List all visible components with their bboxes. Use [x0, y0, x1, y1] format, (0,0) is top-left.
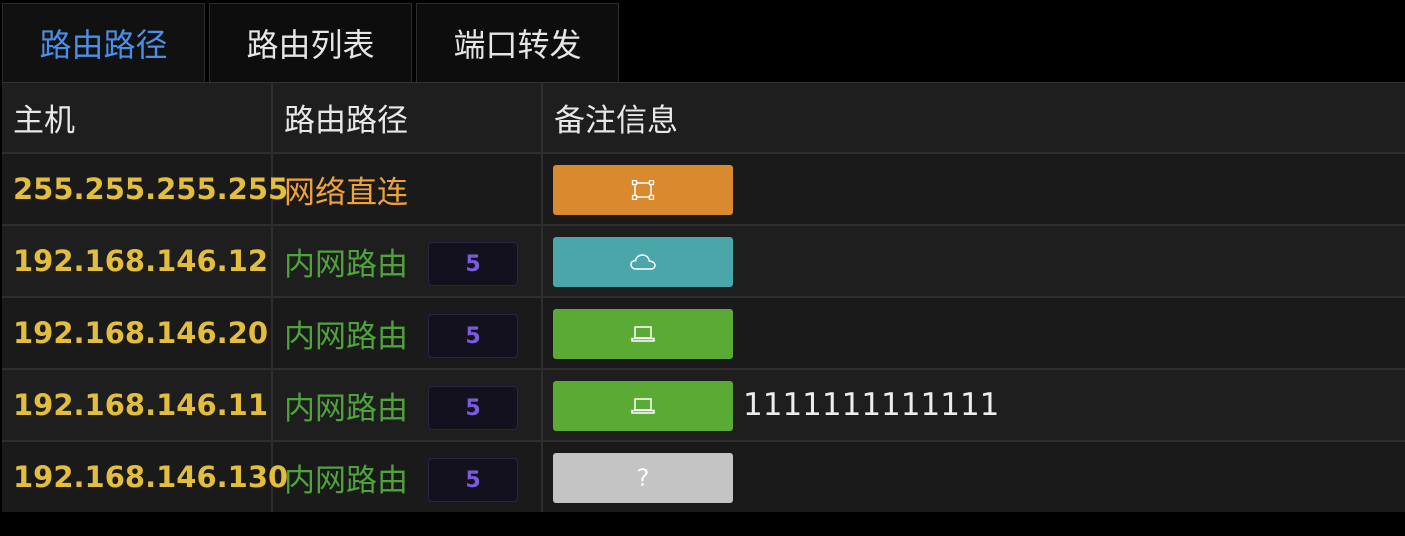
header-note-label: 备注信息 — [554, 103, 678, 139]
tag-button[interactable] — [553, 381, 733, 431]
route-type-label: 网络直连 — [284, 174, 408, 211]
bounding-box-icon — [631, 180, 655, 200]
host-cell: 192.168.146.12 — [2, 226, 273, 296]
note-cell — [543, 154, 1405, 224]
host-address: 192.168.146.11 — [13, 388, 269, 422]
tab-port-forward[interactable]: 端口转发 — [416, 3, 619, 82]
route-table: 主机 路由路径 备注信息 255.255.255.255 网络直连 192.16… — [2, 82, 1405, 512]
note-cell: ? — [543, 442, 1405, 512]
hop-count-badge: 5 — [428, 242, 518, 286]
route-cell: 内网路由 5 — [273, 298, 543, 368]
route-type-label: 内网路由 — [284, 390, 408, 427]
route-type-label: 内网路由 — [284, 246, 408, 283]
route-cell: 网络直连 — [273, 154, 543, 224]
table-row: 192.168.146.11 内网路由 5 1111111111111 — [2, 370, 1405, 442]
route-cell: 内网路由 5 — [273, 226, 543, 296]
table-row: 192.168.146.20 内网路由 5 — [2, 298, 1405, 370]
header-cell-route: 路由路径 — [273, 83, 543, 152]
host-cell: 255.255.255.255 — [2, 154, 288, 224]
route-type-label: 内网路由 — [284, 318, 408, 355]
tag-button[interactable] — [553, 237, 733, 287]
tab-route-path[interactable]: 路由路径 — [2, 3, 205, 82]
note-text: 1111111111111 — [743, 387, 1000, 423]
header-host-label: 主机 — [13, 103, 75, 139]
hop-count-badge: 5 — [428, 314, 518, 358]
route-cell: 内网路由 5 — [273, 370, 543, 440]
host-address: 192.168.146.12 — [13, 244, 269, 278]
laptop-icon — [631, 326, 655, 342]
host-cell: 192.168.146.130 — [2, 442, 288, 512]
note-cell — [543, 226, 1405, 296]
note-cell: 1111111111111 — [543, 370, 1405, 440]
host-address: 192.168.146.20 — [13, 316, 269, 350]
table-header-row: 主机 路由路径 备注信息 — [2, 83, 1405, 154]
table-row: 192.168.146.130 内网路由 5 ? — [2, 442, 1405, 512]
route-type-label: 内网路由 — [284, 462, 408, 499]
tab-bar: 路由路径 路由列表 端口转发 — [0, 0, 1405, 82]
host-cell: 192.168.146.11 — [2, 370, 273, 440]
header-route-label: 路由路径 — [284, 103, 408, 139]
tag-button[interactable] — [553, 309, 733, 359]
laptop-icon — [631, 398, 655, 414]
tag-button[interactable]: ? — [553, 453, 733, 503]
question-icon: ? — [636, 464, 650, 492]
cloud-icon — [630, 254, 656, 270]
host-address: 255.255.255.255 — [13, 172, 289, 206]
host-address: 192.168.146.130 — [13, 460, 289, 494]
route-cell: 内网路由 5 — [273, 442, 543, 512]
table-row: 192.168.146.12 内网路由 5 — [2, 226, 1405, 298]
header-cell-note: 备注信息 — [543, 83, 1405, 152]
tab-route-list[interactable]: 路由列表 — [209, 3, 412, 82]
table-row: 255.255.255.255 网络直连 — [2, 154, 1405, 226]
tag-button[interactable] — [553, 165, 733, 215]
hop-count-badge: 5 — [428, 386, 518, 430]
note-cell — [543, 298, 1405, 368]
host-cell: 192.168.146.20 — [2, 298, 273, 368]
hop-count-badge: 5 — [428, 458, 518, 502]
header-cell-host: 主机 — [2, 83, 273, 152]
